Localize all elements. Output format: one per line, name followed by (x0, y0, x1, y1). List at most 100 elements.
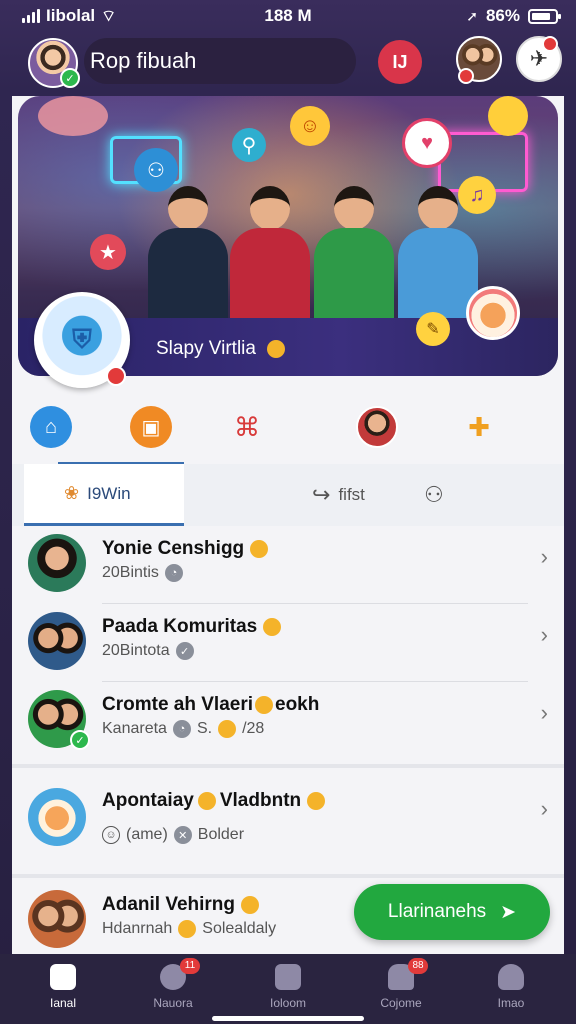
tools-icon[interactable]: ✚ (458, 406, 500, 448)
avatar (28, 612, 86, 670)
emoji-icon (241, 895, 260, 914)
home-icon (50, 964, 76, 990)
item-name-tail: eokh (275, 694, 320, 715)
emoji-icon (255, 695, 273, 714)
item-sub-text: (ame) (126, 826, 168, 843)
battery-icon (528, 8, 561, 24)
shield-icon: ⛨ (72, 324, 92, 354)
list-item[interactable]: ✓ Cromte ah Vlaeri eokh Kanareta ◔ S. /28 › (12, 682, 564, 760)
check-icon: ✓ (175, 642, 194, 660)
item-sub: ☺ (ame) ✕ Bolder (102, 826, 244, 844)
profile-icon (498, 964, 524, 990)
item-sub-tail: Solealdaly (202, 920, 277, 937)
tab-main[interactable]: ❀ I9Win (24, 464, 184, 526)
item-name-text: Adanil Vehirng (102, 894, 236, 915)
send-icon: ➤ (500, 901, 517, 923)
item-sub: Kanareta ◔ S. /28 (102, 720, 264, 738)
avatar (28, 534, 86, 592)
pin-bubble-icon: ⚲ (232, 128, 266, 162)
item-name-text: Paada Komuritas (102, 616, 258, 637)
balloon-yellow-icon (488, 96, 528, 136)
chevron-right-icon: › (540, 544, 548, 569)
join-button[interactable]: Llarinanehs ➤ (354, 884, 550, 940)
reaction-icon: ✎ (416, 312, 450, 346)
nav-profile[interactable]: Imao (466, 964, 556, 1010)
avatar (28, 788, 86, 846)
avatar (28, 890, 86, 948)
nav-home[interactable]: Ianal (18, 964, 108, 1010)
header-title: Rop fibuah (90, 48, 197, 73)
emoji-icon (218, 720, 237, 738)
map-notification-icon (542, 36, 558, 52)
gift-icon[interactable]: ▣ (130, 406, 172, 448)
nav-notifications[interactable]: 11 Nauora (128, 958, 218, 1010)
item-name: Paada Komuritas (102, 616, 282, 638)
shirt-icon: 88 (388, 958, 428, 990)
emoji-icon (250, 539, 269, 558)
emoji-icon (197, 791, 216, 810)
item-sub: Hdanrnah Solealdaly (102, 920, 276, 938)
list-item[interactable]: Apontaiay Vladbntn ☺ (ame) ✕ Bolder › (12, 778, 564, 874)
tab-bar: ❀ I9Win ↪ fifst ⚇ (12, 464, 564, 526)
nav-rooms[interactable]: Ioloom (243, 964, 333, 1010)
chevron-right-icon: › (540, 622, 548, 647)
online-badge-icon: ✓ (70, 730, 90, 750)
share-icon: ↪ (312, 482, 331, 507)
item-name-text: Apontaiay (102, 790, 194, 811)
item-name: Yonie Censhigg (102, 538, 269, 560)
person-2 (230, 186, 310, 318)
emoji-icon (263, 617, 282, 636)
chevron-right-icon: › (540, 700, 548, 725)
dog-icon: ❀ (64, 483, 80, 503)
community-name-text: Slapy Virtlia (156, 338, 256, 359)
item-name: Adanil Vehirng (102, 894, 260, 916)
item-sub-text: 20Bintis (102, 564, 159, 581)
item-name: Cromte ah Vlaeri eokh (102, 694, 319, 716)
item-name-mid: Vladbntn (219, 790, 302, 811)
emoji-icon (178, 920, 197, 938)
item-sub: 20Bintis ◔ (102, 564, 183, 582)
bottom-navigation: Ianal 11 Nauora Ioloom 88 Cojome Imao (0, 954, 576, 1024)
profile-avatar-icon[interactable] (356, 406, 398, 448)
home-icon[interactable]: ⌂ (30, 406, 72, 448)
nav-home-label: Ianal (49, 996, 77, 1010)
list-item[interactable]: Yonie Censhigg 20Bintis ◔ › (12, 526, 564, 604)
online-badge-icon: ✓ (60, 68, 80, 88)
quick-actions: ⌂ ▣ ⌘ ✚ (12, 402, 564, 458)
item-sub-tail2: /28 (242, 720, 265, 737)
clock-icon: ◔ (164, 564, 183, 582)
person-1 (148, 186, 228, 318)
section-divider (12, 764, 564, 768)
item-sub-text: Hdanrnah (102, 920, 173, 937)
battery-percent: 86% (485, 6, 520, 25)
tab-share[interactable]: ↪ fifst (312, 464, 365, 526)
smile-icon: ☺ (102, 826, 120, 844)
red-action-button[interactable]: IJ (378, 40, 422, 84)
home-indicator (212, 1016, 364, 1021)
item-sub-text: 20Bintota (102, 642, 170, 659)
section-divider (12, 874, 564, 878)
community-badge: 88 (408, 958, 428, 974)
chat-icon: 11 (160, 958, 200, 990)
join-button-label: Llarinanehs (387, 901, 487, 922)
tab-share-label: fifst (338, 485, 365, 504)
red-action-label: IJ (392, 51, 408, 72)
item-sub-tail: S. (196, 720, 213, 737)
mascot-icon (466, 286, 520, 340)
status-right: ➚ 86% (466, 6, 561, 26)
item-name: Apontaiay Vladbntn (102, 790, 326, 812)
item-name-text: Yonie Censhigg (102, 538, 245, 559)
emoji-icon (267, 339, 286, 358)
close-icon: ✕ (173, 826, 192, 844)
item-sub: 20Bintota ✓ (102, 642, 194, 660)
tab-profile[interactable]: ⚇ (424, 464, 444, 526)
list-item[interactable]: Paada Komuritas 20Bintota ✓ › (12, 604, 564, 682)
notification-badge: 11 (180, 958, 200, 974)
nav-profile-label: Imao (497, 996, 525, 1010)
nav-community[interactable]: 88 Cojome (356, 958, 446, 1010)
emoji-icon (307, 791, 326, 810)
heart-box-icon: ♥ (402, 118, 452, 168)
smile-bubble-icon: ☺ (290, 106, 330, 146)
header-title-pill[interactable]: Rop fibuah (84, 38, 356, 84)
gamepad-icon[interactable]: ⌘ (226, 406, 268, 448)
